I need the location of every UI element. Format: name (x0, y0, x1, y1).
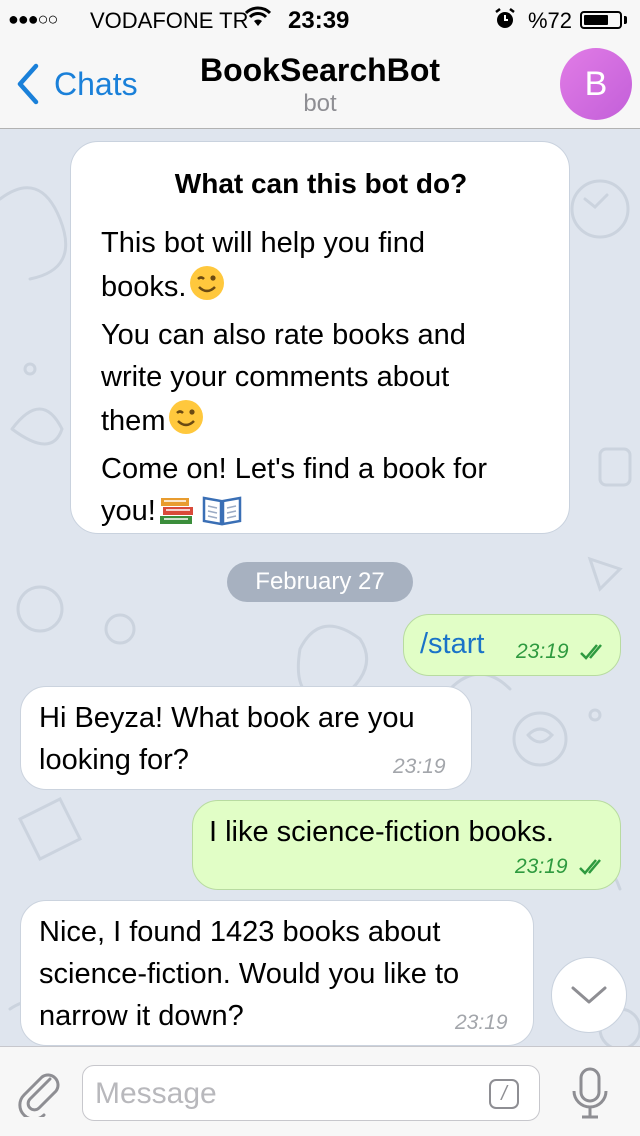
clock: 23:39 (288, 7, 350, 34)
message-text: I like science-fiction books. (209, 816, 554, 848)
outgoing-message[interactable]: /start 23:19 (403, 614, 621, 676)
bot-info-line: This bot will help you find (101, 227, 425, 259)
carrier-name: VODAFONE TR (90, 8, 249, 33)
message-text-line: looking for? (39, 744, 189, 776)
paperclip-icon[interactable] (16, 1067, 64, 1117)
message-time: 23:19 (455, 1011, 508, 1034)
chat-title[interactable]: BookSearchBot (0, 52, 640, 89)
message-input[interactable] (93, 1072, 487, 1116)
date-separator: February 27 (227, 562, 413, 602)
bot-info-line: books. (101, 264, 551, 314)
slash-command-icon: / (501, 1082, 507, 1105)
battery-percent: %72 (528, 8, 573, 33)
bot-command-button[interactable]: / (489, 1079, 519, 1109)
bot-info-card: What can this bot do? This bot will help… (70, 141, 570, 534)
battery-level-fill (584, 15, 608, 25)
bot-info-line: write your comments about (101, 361, 450, 393)
microphone-icon[interactable] (570, 1065, 610, 1121)
open-book-emoji (202, 494, 242, 538)
chevron-down-icon (571, 986, 607, 1004)
message-text-line: Nice, I found 1423 books about (39, 916, 441, 948)
outgoing-message[interactable]: I like science-fiction books. 23:19 (192, 800, 621, 890)
winking-face-emoji (188, 264, 226, 314)
double-check-icon (580, 644, 602, 660)
message-text-line: narrow it down? (39, 1000, 244, 1032)
message-input-bar: / (0, 1046, 640, 1136)
alarm-icon (493, 7, 517, 37)
bot-info-line: them (101, 398, 551, 448)
message-time: 23:19 (393, 755, 446, 778)
navigation-bar: Chats BookSearchBot bot B (0, 40, 640, 129)
bot-info-line: you! (101, 490, 551, 538)
wifi-icon (244, 6, 272, 34)
avatar-letter: B (584, 64, 608, 103)
chat-subtitle: bot (303, 90, 337, 117)
books-emoji (158, 492, 196, 538)
bot-info-description: This bot will help you find books. You c… (101, 222, 551, 538)
chat-area[interactable]: What can this bot do? This bot will help… (0, 129, 640, 1046)
incoming-message[interactable]: Hi Beyza! What book are you looking for?… (20, 686, 472, 790)
message-text: /start (420, 628, 485, 660)
battery-cap (624, 16, 627, 24)
message-text-line: science-fiction. Would you like to (39, 958, 460, 990)
scroll-to-bottom-button[interactable] (551, 957, 627, 1033)
message-field[interactable]: / (82, 1065, 540, 1121)
double-check-icon (579, 859, 601, 875)
battery-icon (580, 11, 622, 29)
bot-info-line: Come on! Let's find a book for (101, 453, 487, 485)
message-time: 23:19 (516, 640, 569, 663)
avatar[interactable]: B (560, 48, 632, 120)
signal-strength-icon: ●●●○○ (8, 9, 58, 29)
winking-face-emoji (167, 398, 205, 448)
incoming-message[interactable]: Nice, I found 1423 books about science-f… (20, 900, 534, 1046)
status-bar: ●●●○○ VODAFONE TR 23:39 %72 (0, 0, 640, 40)
message-text-line: Hi Beyza! What book are you (39, 702, 415, 734)
message-time: 23:19 (515, 855, 568, 878)
bot-info-line: You can also rate books and (101, 319, 466, 351)
bot-info-title: What can this bot do? (174, 168, 468, 199)
